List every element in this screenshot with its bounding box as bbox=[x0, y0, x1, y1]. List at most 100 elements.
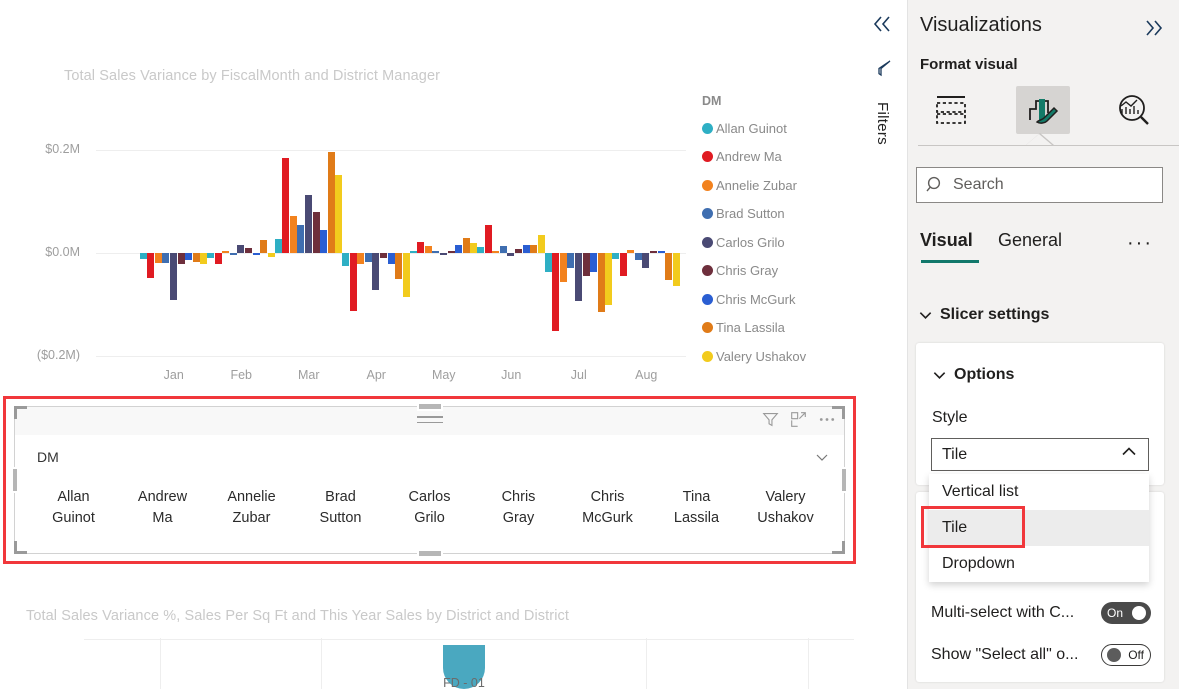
options-group-header[interactable]: Options bbox=[932, 366, 1014, 384]
filter-funnel-icon[interactable] bbox=[873, 58, 893, 83]
chart-bar[interactable] bbox=[477, 246, 485, 253]
chart-bar[interactable] bbox=[642, 253, 650, 269]
slicer-visual-selected[interactable]: DM Allan Guinot Andrew Ma Annelie Zubar Brad Su… bbox=[3, 396, 856, 564]
tab-general[interactable]: General bbox=[998, 230, 1062, 251]
chart-bar[interactable] bbox=[590, 253, 598, 272]
chart-bar[interactable] bbox=[162, 253, 170, 263]
slicer-tiles[interactable]: Allan Guinot Andrew Ma Annelie Zubar Brad Sutto… bbox=[29, 487, 830, 529]
chart-bar[interactable] bbox=[515, 249, 523, 253]
chart-bar[interactable] bbox=[335, 174, 343, 253]
chart-legend[interactable]: DM Allan Guinot Andrew Ma Annelie Zubar Bra… bbox=[702, 94, 806, 371]
focus-mode-icon[interactable] bbox=[790, 411, 807, 433]
chart-bar[interactable] bbox=[447, 251, 455, 253]
chart-bar[interactable] bbox=[177, 253, 185, 265]
resize-handle-left[interactable] bbox=[11, 467, 19, 493]
bar-group[interactable] bbox=[477, 150, 546, 356]
chart-bar[interactable] bbox=[380, 253, 388, 259]
style-option[interactable]: Tile bbox=[929, 510, 1149, 546]
chart-bar[interactable] bbox=[417, 241, 425, 253]
chart-bar[interactable] bbox=[574, 253, 582, 302]
chart-bar[interactable] bbox=[672, 253, 680, 286]
legend-item[interactable]: Chris Gray bbox=[702, 257, 806, 286]
chart-bar[interactable] bbox=[409, 251, 417, 253]
bar-group[interactable] bbox=[274, 150, 343, 356]
chart-bar[interactable] bbox=[552, 253, 560, 332]
chart-bar[interactable] bbox=[634, 253, 642, 261]
slicer-tile[interactable]: Allan Guinot bbox=[29, 487, 118, 529]
chart-bar[interactable] bbox=[537, 234, 545, 253]
chart-bar[interactable] bbox=[455, 244, 463, 253]
chart-bar[interactable] bbox=[567, 253, 575, 269]
filters-pane-collapsed[interactable]: Filters bbox=[858, 0, 908, 689]
bar-group[interactable] bbox=[612, 150, 681, 356]
chart-bar[interactable] bbox=[312, 211, 320, 253]
bar-group[interactable] bbox=[544, 150, 613, 356]
resize-handle-right[interactable] bbox=[840, 467, 848, 493]
section-slicer-settings[interactable]: Slicer settings bbox=[918, 306, 1049, 324]
chart-bar[interactable] bbox=[364, 253, 372, 263]
chart-bar[interactable] bbox=[424, 246, 432, 253]
chart-bar[interactable] bbox=[267, 253, 275, 258]
resize-handle-top[interactable] bbox=[416, 402, 443, 411]
chart-bar[interactable] bbox=[185, 253, 193, 261]
slicer-tile[interactable]: Brad Sutton bbox=[296, 487, 385, 529]
analytics-icon[interactable] bbox=[1107, 86, 1161, 134]
chart-bar[interactable] bbox=[395, 253, 403, 279]
chart-bar[interactable] bbox=[492, 251, 500, 253]
style-option[interactable]: Dropdown bbox=[929, 546, 1149, 582]
setting-row-select-all[interactable]: Show "Select all" o... Off bbox=[931, 640, 1151, 670]
legend-item[interactable]: Brad Sutton bbox=[702, 200, 806, 229]
filter-icon[interactable] bbox=[762, 411, 779, 433]
tab-more-options[interactable]: ··· bbox=[1127, 232, 1153, 255]
chart-bar[interactable] bbox=[522, 245, 530, 253]
filters-pane-label[interactable]: Filters bbox=[874, 102, 891, 145]
chart-bar[interactable] bbox=[245, 247, 253, 253]
chart-bar[interactable] bbox=[349, 253, 357, 311]
chart-bar[interactable] bbox=[402, 253, 410, 298]
setting-row-multi-select[interactable]: Multi-select with C... On bbox=[931, 598, 1151, 628]
chart-bar[interactable] bbox=[169, 253, 177, 301]
chart-bar[interactable] bbox=[432, 251, 440, 253]
resize-corner-br[interactable] bbox=[832, 541, 845, 554]
bar-group[interactable] bbox=[342, 150, 411, 356]
chart-bar[interactable] bbox=[139, 253, 147, 260]
expand-chevrons-icon[interactable] bbox=[1141, 18, 1165, 43]
chart-bar[interactable] bbox=[342, 253, 350, 267]
chart-bar[interactable] bbox=[237, 245, 245, 253]
chart-bar[interactable] bbox=[192, 253, 200, 263]
chart-bar[interactable] bbox=[507, 253, 515, 256]
slicer-tile[interactable]: Tina Lassila bbox=[652, 487, 741, 529]
slicer-visual[interactable]: DM Allan Guinot Andrew Ma Annelie Zubar Brad Su… bbox=[11, 402, 848, 558]
drag-handle-icon[interactable] bbox=[416, 416, 443, 427]
legend-item[interactable]: Valery Ushakov bbox=[702, 342, 806, 371]
slicer-tile[interactable]: Chris McGurk bbox=[563, 487, 652, 529]
bar-group[interactable] bbox=[409, 150, 478, 356]
select-all-toggle[interactable]: Off bbox=[1101, 644, 1151, 666]
chart-bar[interactable] bbox=[559, 253, 567, 282]
chart-bar[interactable] bbox=[327, 152, 335, 253]
chart-bar[interactable] bbox=[252, 253, 260, 255]
chart-bar[interactable] bbox=[320, 230, 328, 253]
legend-item[interactable]: Annelie Zubar bbox=[702, 171, 806, 200]
chart-bar[interactable] bbox=[214, 253, 222, 265]
chart-bar[interactable] bbox=[372, 253, 380, 291]
legend-item[interactable]: Chris McGurk bbox=[702, 285, 806, 314]
legend-item[interactable]: Tina Lassila bbox=[702, 314, 806, 343]
resize-corner-tr[interactable] bbox=[832, 406, 845, 419]
resize-corner-bl[interactable] bbox=[14, 541, 27, 554]
legend-item[interactable]: Carlos Grilo bbox=[702, 228, 806, 257]
chart-bar[interactable] bbox=[207, 253, 215, 259]
chevron-down-icon[interactable] bbox=[814, 449, 830, 470]
slicer-tile[interactable]: Chris Gray bbox=[474, 487, 563, 529]
chart-bar[interactable] bbox=[387, 253, 395, 265]
chart-bar[interactable] bbox=[222, 251, 230, 253]
chart-bar[interactable] bbox=[597, 253, 605, 312]
chart-bar[interactable] bbox=[665, 253, 673, 280]
chart-bar[interactable] bbox=[530, 244, 538, 253]
chart-plot-area[interactable] bbox=[139, 150, 681, 356]
chart-bar[interactable] bbox=[582, 253, 590, 276]
chart-bar[interactable] bbox=[304, 195, 312, 253]
search-input[interactable]: Search bbox=[916, 167, 1163, 203]
chart-bar[interactable] bbox=[544, 253, 552, 272]
bar-group[interactable] bbox=[139, 150, 208, 356]
